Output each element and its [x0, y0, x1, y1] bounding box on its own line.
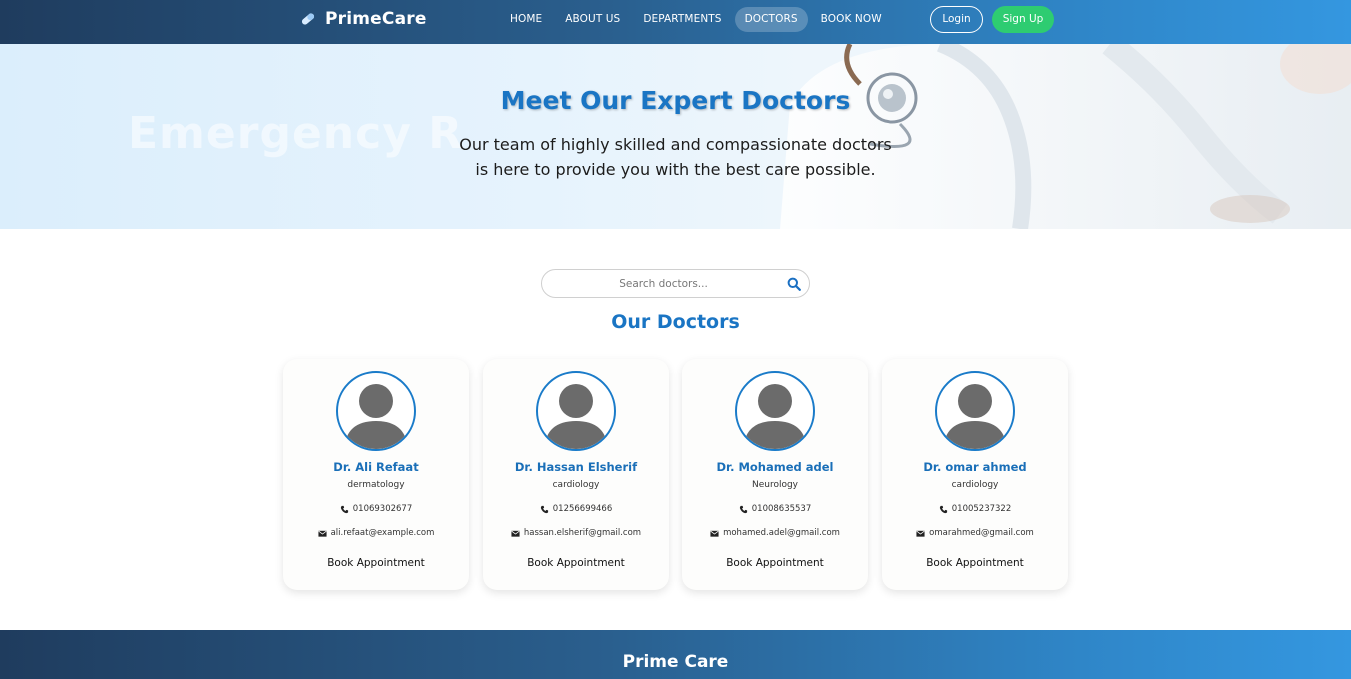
doctor-email-address: mohamed.adel@gmail.com	[723, 528, 840, 538]
doctor-email: mohamed.adel@gmail.com	[682, 528, 868, 538]
navbar: PrimeCare HOME ABOUT US DEPARTMENTS DOCT…	[0, 0, 1351, 44]
envelope-icon	[710, 530, 719, 537]
phone-icon	[540, 505, 548, 513]
doctor-phone: 01005237322	[882, 504, 1068, 514]
envelope-icon	[916, 530, 925, 537]
envelope-icon	[318, 530, 327, 537]
doctor-email-address: omarahmed@gmail.com	[929, 528, 1034, 538]
doctor-name: Dr. Hassan Elsherif	[514, 460, 638, 474]
doctor-phone: 01008635537	[682, 504, 868, 514]
doctor-name: Dr. Mohamed adel	[716, 460, 834, 474]
doctor-department: cardiology	[951, 480, 999, 490]
nav-home[interactable]: HOME	[500, 7, 552, 32]
doctor-card: Dr. Mohamed adel Neurology 01008635537 m…	[682, 359, 868, 590]
doctor-email: omarahmed@gmail.com	[882, 528, 1068, 538]
user-silhouette-icon	[344, 384, 408, 449]
envelope-icon	[511, 530, 520, 537]
doctor-phone-number: 01256699466	[552, 504, 613, 514]
avatar	[935, 371, 1015, 451]
user-silhouette-icon	[544, 384, 608, 449]
doctor-department: dermatology	[347, 480, 405, 490]
book-appointment-button[interactable]: Book Appointment	[283, 557, 469, 569]
hero-subtitle: Our team of highly skilled and compassio…	[0, 132, 1351, 182]
search-box	[541, 269, 810, 298]
doctor-phone-number: 01005237322	[951, 504, 1012, 514]
pill-icon	[301, 13, 315, 25]
footer: Prime Care	[0, 630, 1351, 679]
doctor-department: Neurology	[751, 480, 799, 490]
brand-name: PrimeCare	[325, 9, 427, 29]
nav-doctors[interactable]: DOCTORS	[734, 7, 808, 32]
doctor-email-address: ali.refaat@example.com	[330, 528, 435, 538]
doctor-name: Dr. omar ahmed	[923, 460, 1027, 474]
avatar	[536, 371, 616, 451]
doctor-name: Dr. Ali Refaat	[333, 460, 419, 474]
hero-banner: Emergency R Meet Our Expert Doctors Our …	[0, 44, 1351, 229]
nav-links: HOME ABOUT US DEPARTMENTS DOCTORS BOOK N…	[500, 6, 895, 33]
phone-icon	[739, 505, 747, 513]
book-appointment-button[interactable]: Book Appointment	[882, 557, 1068, 569]
doctor-phone: 01069302677	[283, 504, 469, 514]
avatar	[336, 371, 416, 451]
phone-icon	[340, 505, 348, 513]
doctor-email: hassan.elsherif@gmail.com	[483, 528, 669, 538]
nav-book-now[interactable]: BOOK NOW	[811, 7, 892, 32]
doctor-email-address: hassan.elsherif@gmail.com	[523, 528, 642, 538]
search-icon[interactable]	[787, 277, 801, 291]
nav-about-us[interactable]: ABOUT US	[555, 7, 630, 32]
doctor-phone-number: 01069302677	[352, 504, 413, 514]
brand[interactable]: PrimeCare	[299, 9, 427, 29]
hero-subtitle-line-2: is here to provide you with the best car…	[475, 160, 876, 179]
section-title: Our Doctors	[611, 311, 740, 333]
doctor-phone: 01256699466	[483, 504, 669, 514]
user-silhouette-icon	[743, 384, 807, 449]
hero-title: Meet Our Expert Doctors	[500, 86, 851, 115]
doctor-card: Dr. Hassan Elsherif cardiology 012566994…	[483, 359, 669, 590]
footer-title: Prime Care	[622, 652, 729, 672]
doctor-card: Dr. omar ahmed cardiology 01005237322 om…	[882, 359, 1068, 590]
user-silhouette-icon	[943, 384, 1007, 449]
nav-departments[interactable]: DEPARTMENTS	[633, 7, 731, 32]
login-button[interactable]: Login	[930, 6, 983, 33]
book-appointment-button[interactable]: Book Appointment	[483, 557, 669, 569]
search-input[interactable]	[556, 274, 771, 294]
hero-subtitle-line-1: Our team of highly skilled and compassio…	[459, 135, 892, 154]
doctor-email: ali.refaat@example.com	[283, 528, 469, 538]
signup-button[interactable]: Sign Up	[992, 6, 1054, 33]
doctor-card: Dr. Ali Refaat dermatology 01069302677 a…	[283, 359, 469, 590]
avatar	[735, 371, 815, 451]
phone-icon	[939, 505, 947, 513]
doctor-department: cardiology	[552, 480, 600, 490]
doctor-phone-number: 01008635537	[751, 504, 812, 514]
book-appointment-button[interactable]: Book Appointment	[682, 557, 868, 569]
